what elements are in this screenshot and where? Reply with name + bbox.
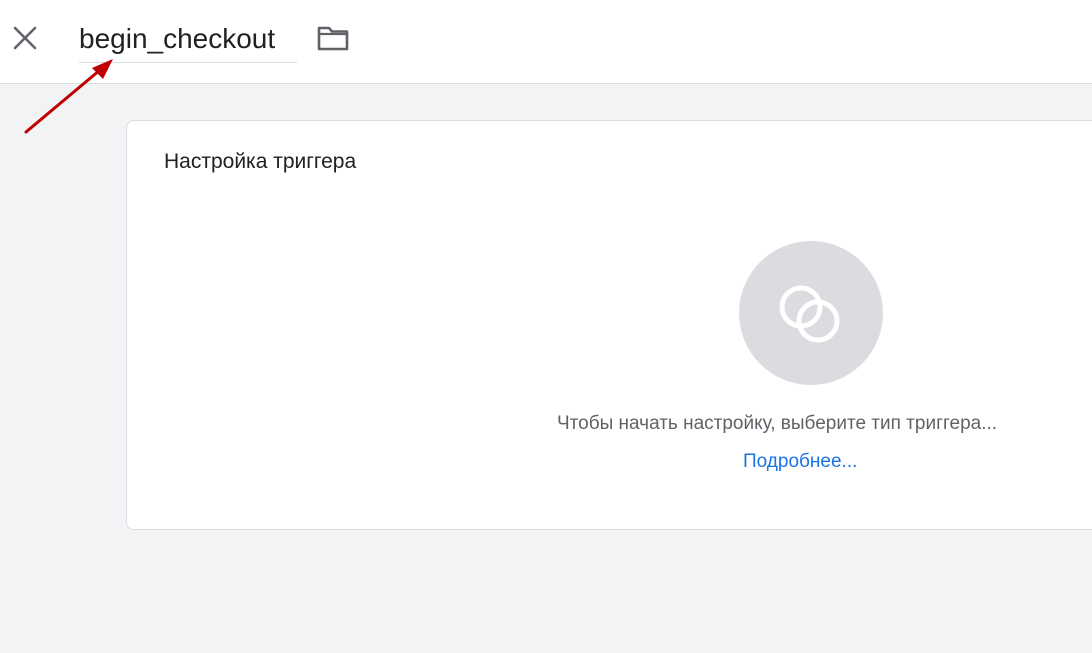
card-title: Настройка триггера xyxy=(164,150,357,173)
editor-header xyxy=(0,0,1092,84)
trigger-config-card[interactable]: Настройка триггера Чтобы начать настройк… xyxy=(126,120,1092,530)
choose-trigger-type-button[interactable] xyxy=(739,241,883,385)
close-icon xyxy=(13,26,37,50)
learn-more-link[interactable]: Подробнее... xyxy=(743,451,857,473)
tag-name-input[interactable] xyxy=(79,17,297,61)
empty-state-hint: Чтобы начать настройку, выберите тип три… xyxy=(557,413,998,434)
trigger-editor-page: Настройка триггера Чтобы начать настройк… xyxy=(0,0,1092,653)
folder-icon xyxy=(317,26,349,51)
close-button[interactable] xyxy=(9,21,41,53)
folder-button[interactable] xyxy=(316,24,350,52)
trigger-type-icon xyxy=(779,285,840,343)
tag-name-field[interactable] xyxy=(79,17,297,63)
